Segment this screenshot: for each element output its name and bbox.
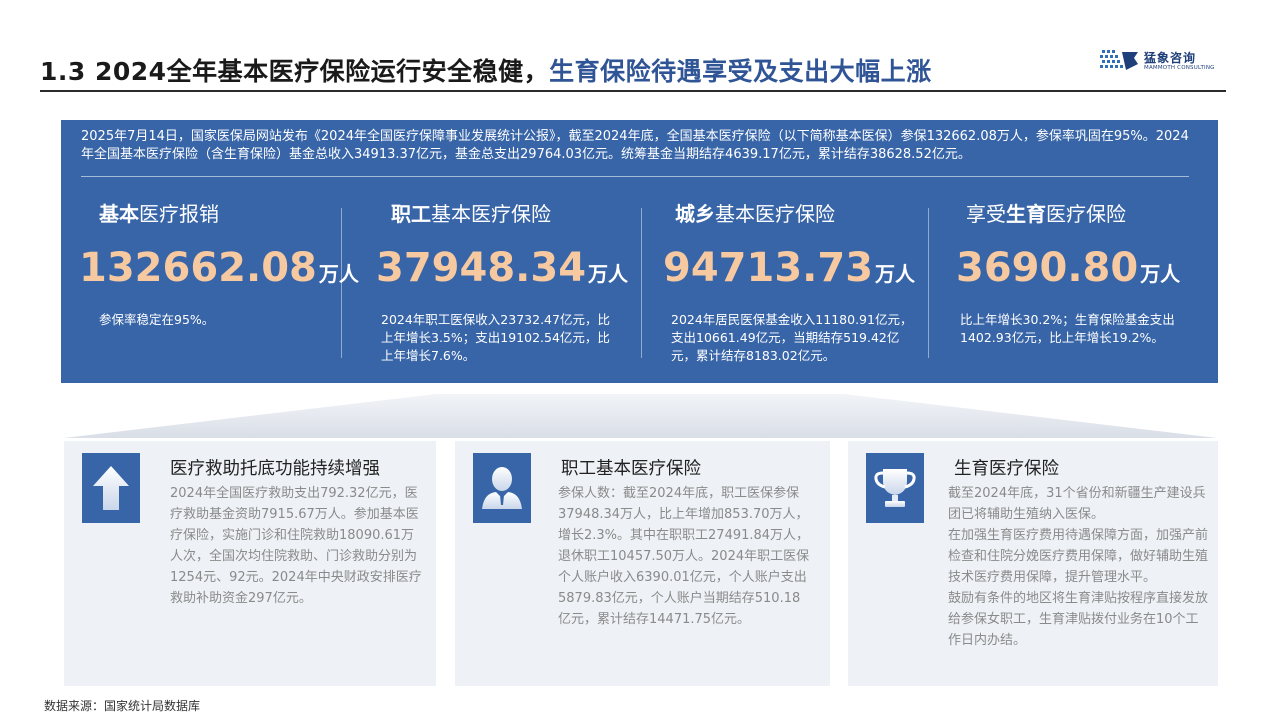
- card-medical-assistance: 医疗救助托底功能持续增强 2024年全国医疗救助支出792.32亿元，医疗救助基…: [64, 441, 436, 686]
- data-source-note: 数据来源：国家统计局数据库: [44, 699, 201, 713]
- person-icon: [482, 467, 522, 509]
- page-title: 1.3 2024全年基本医疗保险运行安全稳健，生育保险待遇享受及支出大幅上涨: [40, 52, 932, 88]
- summary-divider: [81, 176, 1189, 177]
- stat-value: 132662.08 万人: [79, 245, 359, 291]
- card-body: 参保人数：截至2024年底，职工医保参保37948.34万人，比上年增加853.…: [558, 483, 812, 630]
- brand-logo: 猛象咨询 MAMMOTH CONSULTING: [1100, 46, 1232, 74]
- card-body: 截至2024年底，31个省份和新疆生产建设兵团已将辅助生殖纳入医保。 在加强生育…: [948, 483, 1210, 651]
- stat-value: 37948.34 万人: [376, 245, 629, 291]
- card-title: 医疗救助托底功能持续增强: [170, 459, 380, 479]
- summary-panel: 2025年7月14日，国家医保局网站发布《2024年全国医疗保障事业发展统计公报…: [61, 120, 1218, 383]
- stat-value: 94713.73 万人: [663, 245, 916, 291]
- card-paragraph: 在加强生育医疗费用待遇保障方面，加强产前检查和住院分娩医疗费用保障，做好辅助生殖…: [948, 528, 1209, 585]
- stat-description: 2024年居民医保基金收入11180.91亿元，支出10661.49亿元，当期结…: [671, 312, 913, 363]
- stat-title: 基本医疗报销: [99, 202, 219, 226]
- mammoth-logo-icon: [1100, 50, 1138, 70]
- stat-description: 比上年增长30.2%；生育保险基金支出1402.93亿元，比上年增长19.2%。: [960, 312, 1175, 345]
- card-paragraph: 截至2024年底，31个省份和新疆生产建设兵团已将辅助生殖纳入医保。: [948, 486, 1206, 522]
- card-title: 生育医疗保险: [954, 459, 1059, 479]
- trophy-icon: [874, 469, 916, 507]
- logo-text-cn: 猛象咨询: [1144, 51, 1197, 65]
- card-title: 职工基本医疗保险: [561, 459, 701, 479]
- stat-title: 城乡基本医疗保险: [675, 202, 835, 226]
- card-icon-box: [473, 453, 531, 523]
- stat-basic-medical: 基本医疗报销 132662.08 万人 参保率稳定在95%。: [79, 198, 359, 329]
- card-employee-insurance: 职工基本医疗保险 参保人数：截至2024年底，职工医保参保37948.34万人，…: [455, 441, 830, 686]
- stat-title: 职工基本医疗保险: [391, 202, 551, 226]
- title-divider: [40, 90, 1226, 92]
- stat-value: 3690.80 万人: [956, 245, 1181, 291]
- arrow-up-icon: [93, 466, 129, 510]
- stat-employee-medical: 职工基本医疗保险 37948.34 万人 2024年职工医保收入23732.47亿…: [376, 198, 628, 365]
- card-icon-box: [82, 453, 140, 523]
- logo-text-en: MAMMOTH CONSULTING: [1144, 65, 1215, 71]
- stat-divider: [928, 208, 929, 358]
- card-maternity-insurance: 生育医疗保险 截至2024年底，31个省份和新疆生产建设兵团已将辅助生殖纳入医保…: [848, 441, 1218, 686]
- stat-maternity-medical: 享受生育医疗保险 3690.80 万人 比上年增长30.2%；生育保险基金支出14…: [956, 198, 1190, 347]
- card-paragraph: 鼓励有条件的地区将生育津贴按程序直接发放给参保女职工，生育津贴拨付业务在10个工…: [948, 591, 1209, 648]
- connector-shape: [64, 394, 1217, 438]
- card-icon-box: [866, 453, 924, 523]
- page-title-accent: 生育保险待遇享受及支出大幅上涨: [549, 57, 932, 86]
- page-title-main: 1.3 2024全年基本医疗保险运行安全稳健，: [40, 57, 550, 86]
- card-body: 2024年全国医疗救助支出792.32亿元，医疗救助基金资助7915.67万人。…: [170, 483, 426, 609]
- stat-urban-rural-medical: 城乡基本医疗保险 94713.73 万人 2024年居民医保基金收入11180.9…: [663, 198, 921, 365]
- card-paragraph: 2024年全国医疗救助支出792.32亿元，医疗救助基金资助7915.67万人。…: [170, 486, 422, 606]
- summary-intro: 2025年7月14日，国家医保局网站发布《2024年全国医疗保障事业发展统计公报…: [81, 129, 1189, 162]
- stat-divider: [641, 208, 642, 358]
- card-paragraph: 参保人数：截至2024年底，职工医保参保37948.34万人，比上年增加853.…: [558, 486, 810, 627]
- stat-description: 参保率稳定在95%。: [99, 312, 215, 327]
- stat-description: 2024年职工医保收入23732.47亿元，比上年增长3.5%；支出19102.…: [381, 312, 610, 363]
- stat-title: 享受生育医疗保险: [966, 202, 1126, 226]
- stat-divider: [341, 208, 342, 358]
